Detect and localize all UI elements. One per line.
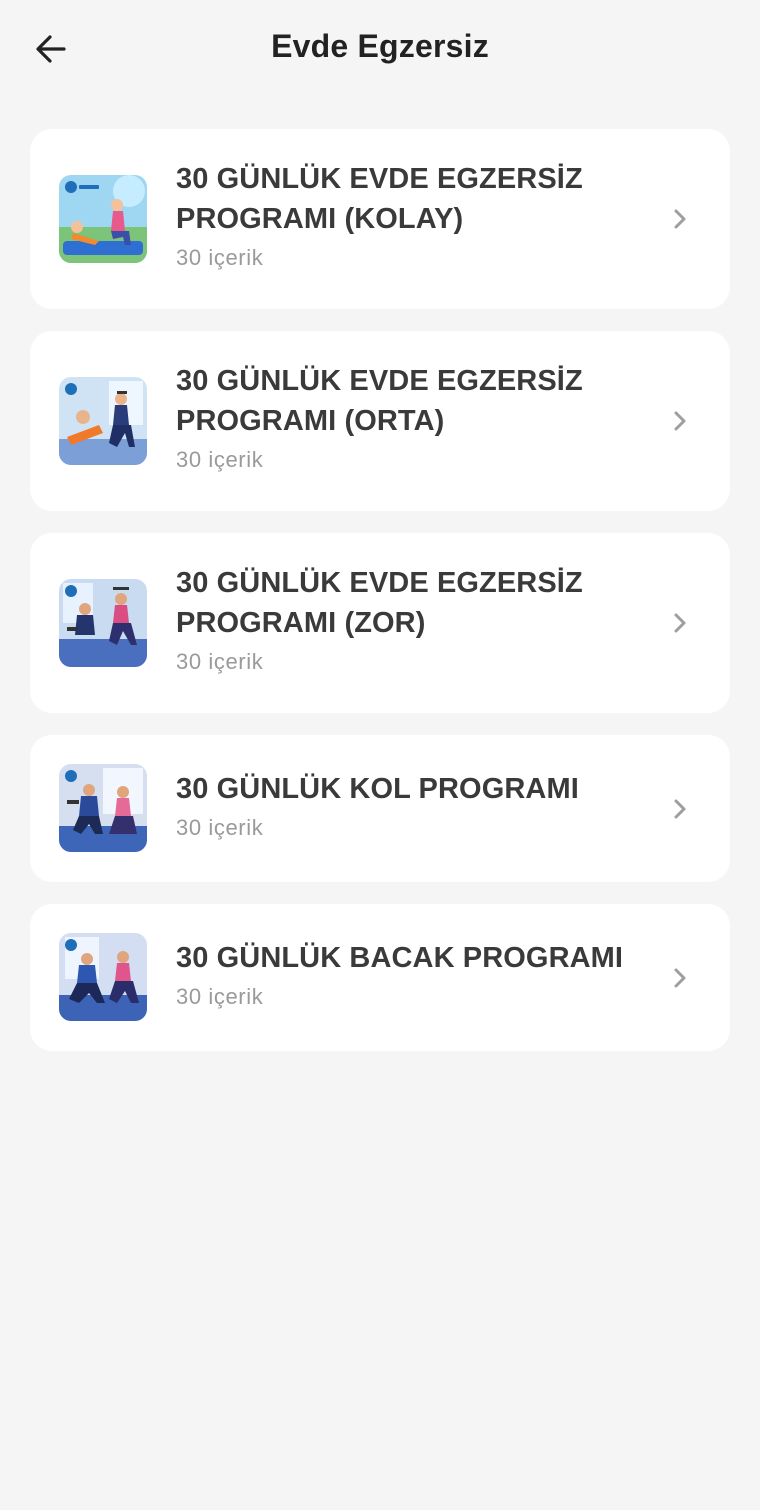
program-thumbnail xyxy=(59,175,147,263)
program-count: 30 içerik xyxy=(176,815,264,840)
program-card[interactable]: 30 GÜNLÜK EVDE EGZERSİZ PROGRAMI (KOLAY)… xyxy=(30,129,730,309)
program-title: 30 GÜNLÜK EVDE EGZERSİZ PROGRAMI (ORTA) xyxy=(176,365,583,437)
program-title: 30 GÜNLÜK BACAK PROGRAMI xyxy=(176,942,624,974)
program-thumbnail xyxy=(59,933,147,1021)
program-count: 30 içerik xyxy=(176,447,264,472)
program-card[interactable]: 30 GÜNLÜK KOL PROGRAMI 30 içerik xyxy=(30,735,730,882)
program-title: 30 GÜNLÜK EVDE EGZERSİZ PROGRAMI (KOLAY) xyxy=(176,163,583,235)
program-thumbnail xyxy=(59,377,147,465)
program-card[interactable]: 30 GÜNLÜK EVDE EGZERSİZ PROGRAMI (ZOR) 3… xyxy=(30,533,730,713)
program-count: 30 içerik xyxy=(176,245,264,270)
program-title: 30 GÜNLÜK EVDE EGZERSİZ PROGRAMI (ZOR) xyxy=(176,567,583,639)
program-count: 30 içerik xyxy=(176,649,264,674)
app-header: Evde Egzersiz xyxy=(0,0,760,100)
program-thumbnail xyxy=(59,579,147,667)
program-card[interactable]: 30 GÜNLÜK BACAK PROGRAMI 30 içerik xyxy=(30,904,730,1051)
program-thumbnail xyxy=(59,764,147,852)
page-title: Evde Egzersiz xyxy=(271,28,489,64)
chevron-right-icon xyxy=(674,968,686,987)
program-count: 30 içerik xyxy=(176,984,264,1009)
chevron-right-icon xyxy=(674,411,686,431)
chevron-right-icon xyxy=(674,613,686,633)
chevron-right-icon xyxy=(674,799,686,818)
program-list: 30 GÜNLÜK EVDE EGZERSİZ PROGRAMI (KOLAY)… xyxy=(30,129,730,1073)
program-title: 30 GÜNLÜK KOL PROGRAMI xyxy=(176,773,579,805)
chevron-right-icon xyxy=(674,209,686,229)
program-card[interactable]: 30 GÜNLÜK EVDE EGZERSİZ PROGRAMI (ORTA) … xyxy=(30,331,730,511)
